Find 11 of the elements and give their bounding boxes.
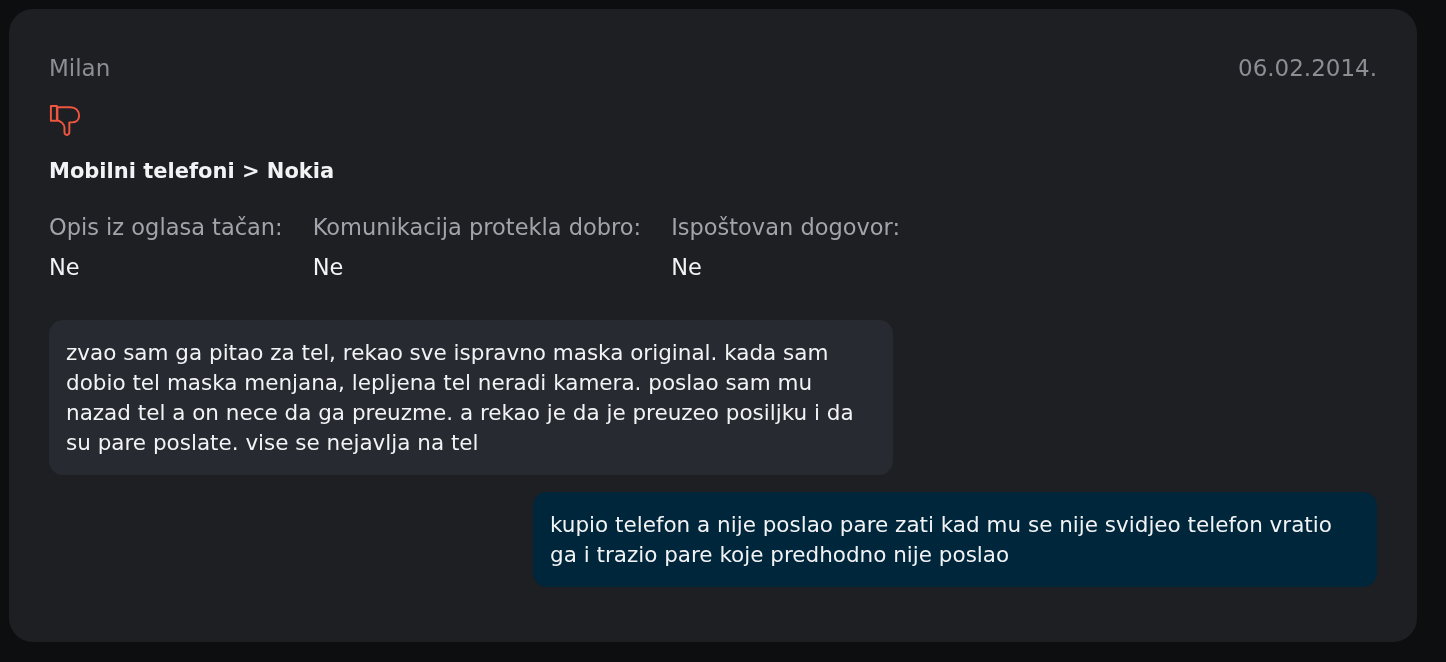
rating-value: Ne [671, 253, 702, 282]
review-date: 06.02.2014. [1238, 54, 1377, 83]
category-path: Mobilni telefoni > Nokia [49, 158, 336, 185]
rating-value: Ne [312, 253, 344, 282]
rating-value: Ne [49, 253, 80, 282]
rating-label: Opis iz oglasa tačan: [49, 213, 283, 242]
review-comment: zvao sam ga pitao za tel, rekao sve ispravno maska original. kada sam dobio tel maska menjana, lepljena tel neradi kamera. poslao sam mu nazad tel a on nece da ga preuzme. a rekao je da je preuzeo posiljku i da su pare poslate. vise se nejavlja na tel [49, 320, 893, 475]
rating-label: Ispoštovan dogovor: [671, 213, 900, 242]
seller-reply: kupio telefon a nije poslao pare zati kad mu se nije svidjeo telefon vratio ga i trazio pare koje predhodno nije poslao [533, 492, 1377, 587]
rating-label: Komunikacija protekla dobro: [312, 213, 642, 242]
author-name: Milan [49, 54, 111, 83]
